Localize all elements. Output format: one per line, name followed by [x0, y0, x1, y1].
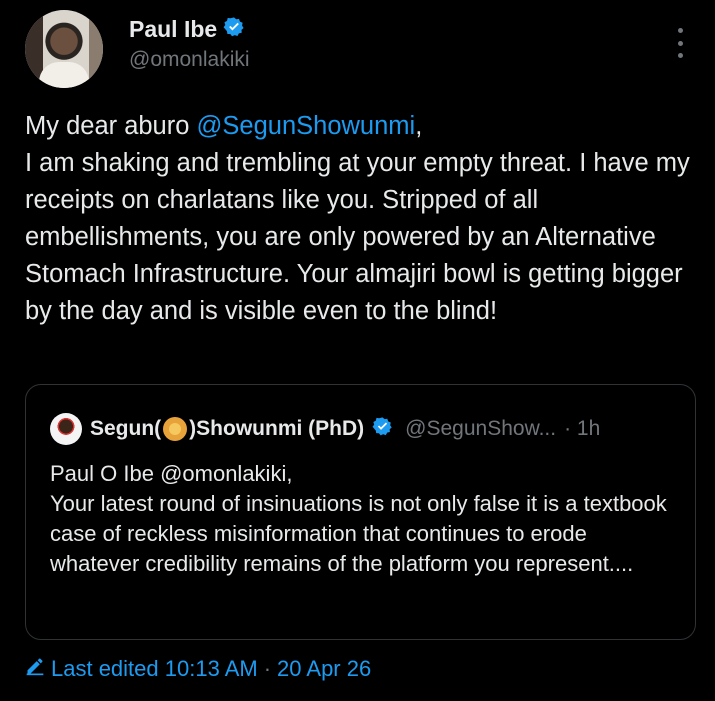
tweet-text-body: , I am shaking and trembling at your emp…	[25, 112, 690, 325]
quoted-tweet-header: Segun()Showunmi (PhD) @SegunShow... · 1h	[50, 413, 600, 445]
more-options-icon[interactable]	[675, 28, 685, 58]
tweet-text-prefix: My dear aburo	[25, 112, 197, 140]
author-avatar[interactable]	[25, 10, 103, 88]
lion-face-icon	[163, 417, 188, 441]
edit-date[interactable]: 20 Apr 26	[277, 656, 371, 682]
quoted-tweet-card[interactable]: Segun()Showunmi (PhD) @SegunShow... · 1h…	[25, 384, 696, 640]
last-edited-label[interactable]: Last edited 10:13 AM	[51, 656, 258, 682]
author-name-row: Paul Ibe	[129, 16, 245, 43]
edit-separator: ·	[263, 656, 272, 681]
mention-link[interactable]: @SegunShowunmi	[197, 112, 416, 140]
last-edited-link[interactable]: Last edited 10:13 AM · 20 Apr 26	[25, 656, 371, 682]
quoted-tweet-time[interactable]: · 1h	[564, 417, 600, 441]
quoted-author-handle[interactable]: @SegunShow...	[405, 417, 556, 441]
quoted-verified-badge-icon	[372, 416, 393, 442]
edit-pencil-icon	[25, 656, 45, 682]
quoted-author-avatar[interactable]	[50, 413, 82, 445]
quoted-author-name[interactable]: Segun()Showunmi (PhD)	[90, 417, 364, 441]
author-handle[interactable]: @omonlakiki	[129, 48, 250, 72]
quoted-tweet-text: Paul O Ibe @omonlakiki, Your latest roun…	[50, 461, 667, 576]
verified-badge-icon	[223, 16, 245, 43]
author-name[interactable]: Paul Ibe	[129, 16, 217, 43]
tweet-text: My dear aburo @SegunShowunmi, I am shaki…	[25, 108, 695, 330]
tweet-header: Paul Ibe @omonlakiki	[25, 10, 695, 90]
